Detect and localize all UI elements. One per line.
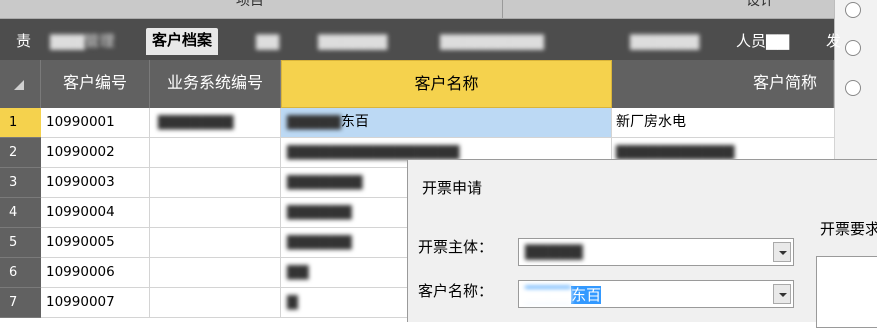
invoice-subject-label: 开票主体： — [418, 238, 494, 256]
tab-7[interactable]: 人员▇▇ — [736, 29, 789, 55]
row-number[interactable]: 7 — [0, 288, 41, 318]
cell-customer-name-blur: ▇▇▇▇▇ — [287, 114, 341, 130]
cell-customer-name-blur: ▇▇▇▇▇▇ — [287, 204, 352, 220]
col-header-customer-name[interactable]: 客户名称 — [281, 60, 612, 108]
cell-customer-name-blur: ▇ — [287, 294, 298, 310]
cell-customer-name-blur: ▇▇▇▇▇▇▇▇▇▇▇▇▇▇▇▇ — [287, 144, 460, 160]
invoice-request-dialog: 开票申请 开票主体： ▇▇▇▇▇ 客户名称： ▇▇▇▇东百 开票要求 — [407, 159, 877, 328]
customer-name-value: ▇▇▇▇东百 — [525, 284, 602, 305]
tab-1[interactable]: ▇▇▇管理 — [50, 29, 115, 55]
cell-system-id-text: ▇▇▇▇▇▇▇ — [158, 114, 234, 130]
customer-name-combo[interactable]: ▇▇▇▇东百 — [518, 280, 794, 308]
tab-7-label: 人员▇▇ — [736, 32, 790, 50]
row-number[interactable]: 6 — [0, 258, 41, 288]
radio-option-1[interactable] — [845, 2, 861, 18]
invoice-requirement-textarea[interactable] — [816, 256, 877, 328]
cell-system-id[interactable] — [150, 198, 281, 228]
cell-customer-short[interactable]: 新厂房水电 — [612, 108, 835, 138]
row-number[interactable]: 3 — [0, 168, 41, 198]
tab-8[interactable]: 发 — [826, 29, 841, 55]
tab-3[interactable]: ▇▇ — [256, 29, 279, 55]
cell-customer-id[interactable]: 10990002 — [41, 138, 150, 168]
customer-name-selected-tail: 东百 — [571, 286, 602, 304]
cell-customer-name-blur: ▇▇ — [287, 264, 309, 280]
customer-name-label: 客户名称： — [418, 282, 494, 300]
header-divider — [502, 0, 503, 18]
tab-6[interactable]: ▇▇▇▇▇▇ — [630, 29, 699, 55]
invoice-subject-value: ▇▇▇▇▇ — [525, 242, 583, 260]
cell-customer-id[interactable]: 10990003 — [41, 168, 150, 198]
cell-system-id[interactable] — [150, 258, 281, 288]
row-number[interactable]: 1 — [0, 108, 41, 138]
invoice-subject-combo[interactable]: ▇▇▇▇▇ — [518, 238, 794, 266]
cell-customer-id[interactable]: 10990005 — [41, 228, 150, 258]
tab-customer-archive[interactable]: 客户档案 — [146, 28, 219, 55]
chevron-down-icon[interactable] — [773, 284, 791, 304]
top-header: 项目 设计 — [0, 0, 834, 19]
cell-customer-name[interactable]: ▇▇▇▇▇东百 — [281, 108, 612, 138]
col-header-customer-id[interactable]: 客户编号 — [41, 60, 150, 108]
row-number[interactable]: 2 — [0, 138, 41, 168]
tab-bar: 责 ▇▇▇管理 客户档案 ▇▇ ▇▇▇▇▇▇ ▇▇▇▇▇▇▇▇▇ ▇▇▇▇▇▇ … — [0, 19, 841, 60]
cell-customer-id[interactable]: 10990004 — [41, 198, 150, 228]
row-number[interactable]: 4 — [0, 198, 41, 228]
cell-customer-name-tail: 东百 — [340, 114, 369, 130]
cell-customer-id[interactable]: 10990006 — [41, 258, 150, 288]
grid-header-row: 客户编号 业务系统编号 客户名称 客户简称 — [0, 60, 834, 108]
side-panel — [834, 0, 877, 160]
tab-0[interactable]: 责 — [16, 29, 31, 55]
cell-system-id[interactable] — [150, 228, 281, 258]
cell-customer-short-text: ▇▇▇▇▇▇▇▇▇▇▇ — [616, 144, 735, 160]
dialog-title: 开票申请 — [422, 179, 483, 197]
cell-system-id[interactable]: ▇▇▇▇▇▇▇ — [150, 108, 281, 138]
tab-4[interactable]: ▇▇▇▇▇▇ — [318, 29, 387, 55]
cell-customer-name-blur: ▇▇▇▇▇▇ — [287, 234, 352, 250]
cell-customer-name-blur: ▇▇▇▇▇▇▇ — [287, 174, 363, 190]
table-row[interactable]: 1 10990001 ▇▇▇▇▇▇▇ ▇▇▇▇▇东百 新厂房水电 — [0, 108, 835, 138]
row-number[interactable]: 5 — [0, 228, 41, 258]
chevron-down-icon[interactable] — [773, 242, 791, 262]
cell-customer-id[interactable]: 10990001 — [41, 108, 150, 138]
cell-customer-id[interactable]: 10990007 — [41, 288, 150, 318]
col-header-system-id[interactable]: 业务系统编号 — [150, 60, 281, 108]
col-header-customer-short[interactable]: 客户简称 — [612, 60, 834, 108]
cell-system-id[interactable] — [150, 288, 281, 318]
customer-name-selected-blur: ▇▇▇▇ — [525, 286, 572, 304]
tab-5[interactable]: ▇▇▇▇▇▇▇▇▇ — [440, 29, 544, 55]
radio-option-3[interactable] — [845, 80, 861, 96]
cell-system-id[interactable] — [150, 168, 281, 198]
section-project-label: 项目 — [236, 0, 264, 9]
select-all-corner[interactable] — [0, 60, 41, 108]
corner-triangle-icon — [14, 80, 24, 90]
section-design-label: 设计 — [746, 0, 774, 9]
invoice-requirement-label: 开票要求 — [820, 220, 877, 238]
radio-option-2[interactable] — [845, 40, 861, 56]
cell-system-id[interactable] — [150, 138, 281, 168]
